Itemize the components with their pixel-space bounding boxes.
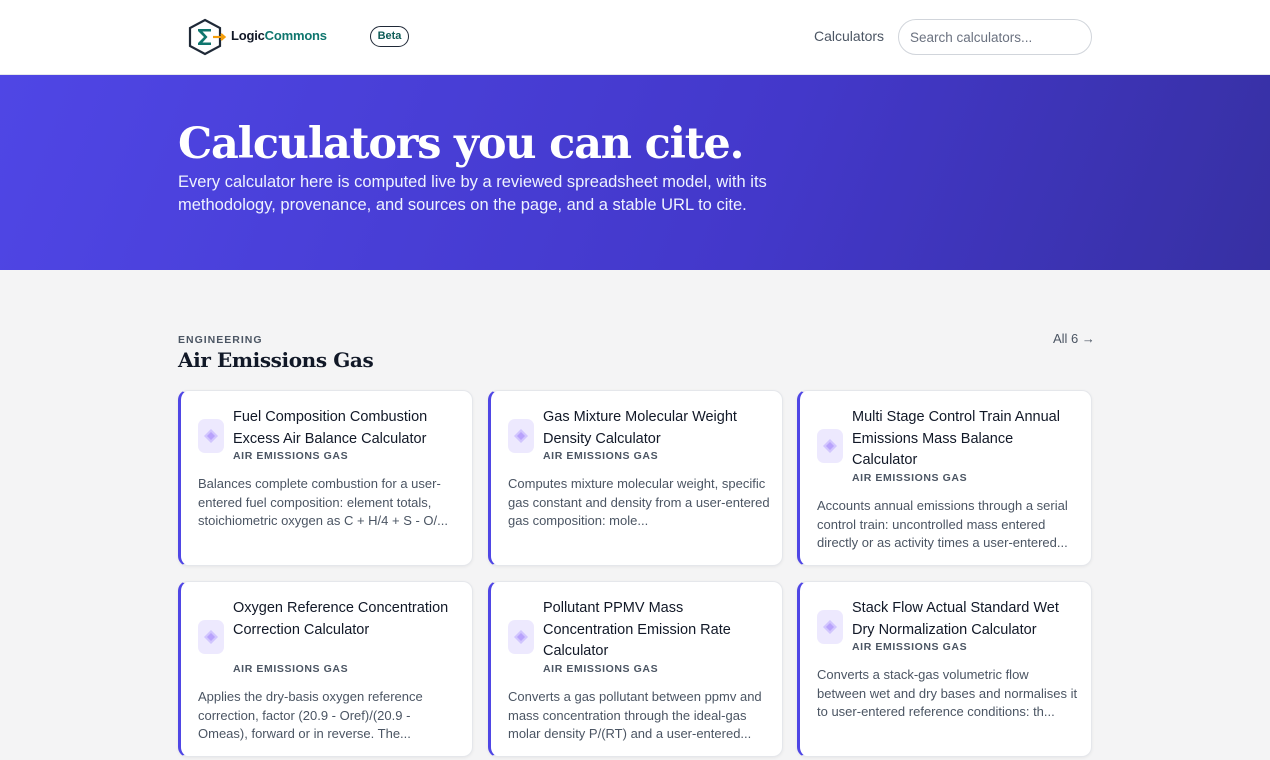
hero-title: Calculators you can cite. — [178, 119, 745, 169]
calculator-icon — [198, 419, 224, 453]
search-input[interactable] — [898, 19, 1092, 55]
calculator-icon — [817, 429, 843, 463]
card-title: Fuel Composition Combustion Excess Air B… — [233, 409, 428, 447]
card-category-tag: AIR EMISSIONS GAS — [233, 663, 349, 675]
calculator-card[interactable]: Multi Stage Control Train Annual Emissio… — [797, 390, 1092, 566]
card-description: Balances complete combustion for a user-… — [198, 476, 448, 528]
calculator-icon — [198, 620, 224, 654]
logo-sigma-icon — [188, 18, 227, 56]
card-title: Stack Flow Actual Standard Wet Dry Norma… — [852, 600, 1059, 638]
card-category-tag: AIR EMISSIONS GAS — [543, 663, 659, 675]
brand-name-part2: Commons — [264, 27, 327, 43]
calculator-icon — [817, 610, 843, 644]
card-category-tag: AIR EMISSIONS GAS — [852, 641, 968, 653]
nav-link-calculators[interactable]: Calculators — [814, 28, 884, 44]
card-title: Oxygen Reference Concentration Correctio… — [233, 600, 449, 638]
card-description: Converts a stack-gas volumetric flow bet… — [817, 667, 1078, 719]
calculator-card[interactable]: Fuel Composition Combustion Excess Air B… — [178, 390, 473, 566]
card-description: Applies the dry-basis oxygen reference c… — [198, 689, 423, 741]
brand-name-part1: Logic — [231, 27, 265, 43]
logo-link[interactable]: LogicCommons — [187, 18, 327, 56]
hero-banner: Calculators you can cite. Every calculat… — [0, 75, 1270, 270]
card-description: Computes mixture molecular weight, speci… — [508, 476, 770, 528]
calculator-icon — [508, 620, 534, 654]
card-description: Converts a gas pollutant between ppmv an… — [508, 689, 762, 741]
card-category-tag: AIR EMISSIONS GAS — [543, 450, 659, 462]
top-navigation-bar: LogicCommons Beta Calculators — [0, 0, 1270, 75]
view-all-link[interactable]: All 6 → — [1053, 331, 1095, 346]
card-title: Pollutant PPMV Mass Concentration Emissi… — [543, 600, 731, 659]
card-description: Accounts annual emissions through a seri… — [817, 498, 1068, 550]
beta-badge: Beta — [370, 26, 409, 47]
hero-subtitle: Every calculator here is computed live b… — [178, 173, 767, 214]
calculator-card[interactable]: Stack Flow Actual Standard Wet Dry Norma… — [797, 581, 1092, 757]
card-category-tag: AIR EMISSIONS GAS — [852, 472, 968, 484]
section-eyebrow: ENGINEERING — [178, 334, 263, 346]
calculator-card[interactable]: Oxygen Reference Concentration Correctio… — [178, 581, 473, 757]
section-title: Air Emissions Gas — [178, 348, 374, 372]
card-title: Gas Mixture Molecular Weight Density Cal… — [543, 409, 737, 447]
calculator-icon — [508, 419, 534, 453]
card-title: Multi Stage Control Train Annual Emissio… — [852, 409, 1060, 468]
calculator-card[interactable]: Gas Mixture Molecular Weight Density Cal… — [488, 390, 783, 566]
calculator-card[interactable]: Pollutant PPMV Mass Concentration Emissi… — [488, 581, 783, 757]
card-category-tag: AIR EMISSIONS GAS — [233, 450, 349, 462]
brand-name: LogicCommons — [231, 28, 327, 43]
